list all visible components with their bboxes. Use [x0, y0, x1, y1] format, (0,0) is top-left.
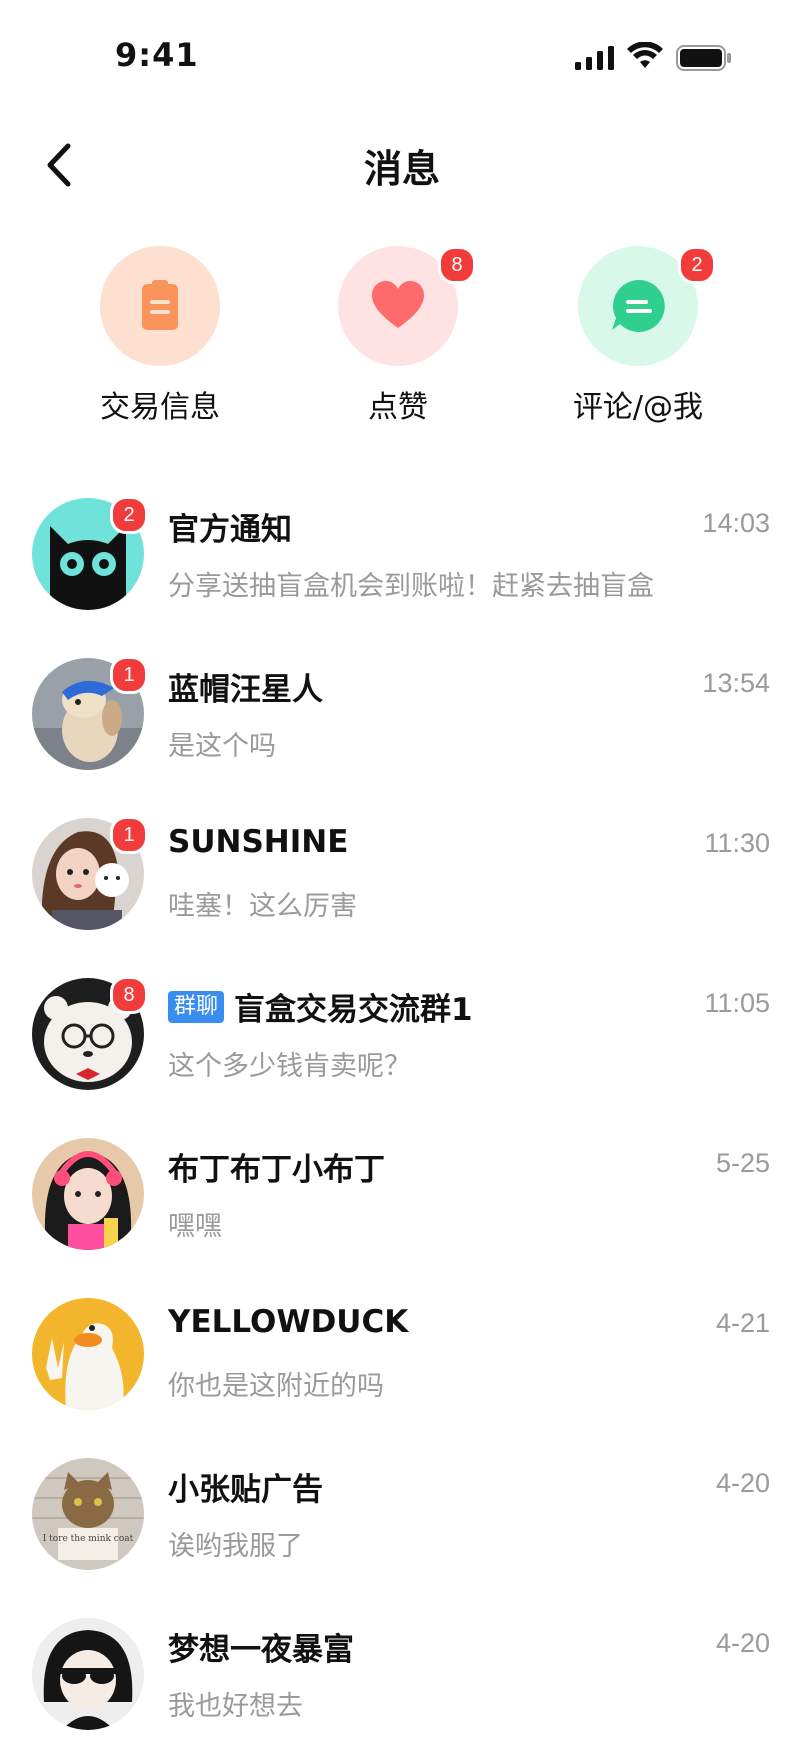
conversation-row[interactable]: 8 群聊 盲盒交易交流群1 这个多少钱肯卖呢？ 11:05	[0, 964, 804, 1124]
name-text: SUNSHINE	[168, 824, 349, 860]
conversation-preview: 分享送抽盲盒机会到账啦！赶紧去抽盲盒	[168, 571, 654, 602]
category-comments[interactable]: 2 评论/@我	[518, 246, 758, 426]
category-icon-circle	[100, 246, 220, 366]
unread-badge: 2	[110, 496, 148, 534]
conversation-preview: 嘿嘿	[168, 1211, 222, 1242]
conversation-name: SUNSHINE	[168, 824, 348, 860]
conversation-name: 群聊 盲盒交易交流群1	[168, 984, 473, 1029]
category-likes[interactable]: 8 点赞	[278, 246, 518, 426]
name-text: 小张贴广告	[168, 1472, 323, 1508]
conversation-time: 11:05	[704, 988, 770, 1018]
conversation-name: 蓝帽汪星人	[168, 664, 323, 709]
name-text: YELLOWDUCK	[168, 1304, 409, 1340]
conversation-row[interactable]: 1 蓝帽汪星人 是这个吗 13:54	[0, 644, 804, 804]
duck-avatar-icon	[32, 1298, 144, 1410]
status-bar: 9:41	[0, 0, 804, 110]
category-trade-info[interactable]: 交易信息	[40, 246, 280, 426]
sign-text: I tore the mink coat	[43, 1534, 134, 1544]
unread-badge: 8	[110, 976, 148, 1014]
clipboard-icon	[142, 280, 178, 330]
comment-icon	[612, 279, 665, 332]
cat-with-sign-avatar-icon: I tore the mink coat	[32, 1458, 144, 1570]
name-text: 官方通知	[168, 512, 292, 548]
conversation-preview: 我也好想去	[168, 1691, 303, 1722]
conversation-time: 5-25	[715, 1148, 770, 1178]
conversation-row[interactable]: 布丁布丁小布丁 嘿嘿 5-25	[0, 1124, 804, 1284]
conversation-time: 4-21	[715, 1308, 770, 1338]
conversation-name: 小张贴广告	[168, 1464, 323, 1509]
conversation-time: 4-20	[715, 1468, 770, 1498]
conversation-name: YELLOWDUCK	[168, 1304, 408, 1340]
avatar: I tore the mink coat	[32, 1458, 144, 1570]
conversation-row[interactable]: YELLOWDUCK 你也是这附近的吗 4-21	[0, 1284, 804, 1444]
page-title: 消息	[363, 147, 440, 191]
unread-badge: 1	[110, 816, 148, 854]
conversation-time: 13:54	[702, 668, 770, 698]
conversation-preview: 你也是这附近的吗	[168, 1371, 384, 1402]
conversation-time: 14:03	[702, 508, 770, 538]
wifi-icon	[627, 42, 663, 68]
category-label: 点赞	[368, 390, 428, 425]
status-time: 9:41	[115, 36, 199, 74]
conversation-name: 官方通知	[168, 504, 292, 549]
category-label: 交易信息	[100, 390, 220, 425]
conversation-preview: 诶哟我服了	[168, 1531, 303, 1562]
conversation-time: 4-20	[715, 1628, 770, 1658]
avatar	[32, 1298, 144, 1410]
conversation-name: 布丁布丁小布丁	[168, 1144, 385, 1189]
name-text: 盲盒交易交流群1	[234, 992, 473, 1028]
avatar	[32, 1138, 144, 1250]
name-text: 蓝帽汪星人	[168, 672, 323, 708]
avatar	[32, 1618, 144, 1730]
conversation-name: 梦想一夜暴富	[168, 1624, 354, 1669]
likes-badge: 8	[438, 246, 476, 284]
conversation-preview: 这个多少钱肯卖呢？	[168, 1051, 411, 1082]
category-label: 评论/@我	[572, 390, 704, 425]
comments-badge: 2	[678, 246, 716, 284]
conversation-row[interactable]: 2 官方通知 分享送抽盲盒机会到账啦！赶紧去抽盲盒 14:03	[0, 484, 804, 644]
girl-with-headphones-avatar-icon	[32, 1138, 144, 1250]
unread-badge: 1	[110, 656, 148, 694]
nav-bar: 消息	[0, 120, 804, 210]
conversation-time: 11:30	[704, 828, 770, 858]
conversation-row[interactable]: 1 SUNSHINE 哇塞！这么厉害 11:30	[0, 804, 804, 964]
group-chat-tag: 群聊	[168, 990, 225, 1023]
conversation-preview: 是这个吗	[168, 731, 276, 762]
conversation-row[interactable]: I tore the mink coat 小张贴广告 诶哟我服了 4-20	[0, 1444, 804, 1604]
heart-icon	[372, 281, 424, 328]
conversation-preview: 哇塞！这么厉害	[168, 891, 357, 922]
girl-with-sunglasses-avatar-icon	[32, 1618, 144, 1730]
cellular-signal-icon	[575, 46, 614, 70]
category-shortcuts: 交易信息 8 点赞 2 评论/@我	[0, 246, 804, 426]
conversation-row[interactable]: 梦想一夜暴富 我也好想去 4-20	[0, 1604, 804, 1764]
name-text: 布丁布丁小布丁	[168, 1152, 385, 1188]
name-text: 梦想一夜暴富	[168, 1632, 354, 1668]
battery-icon	[676, 45, 731, 71]
